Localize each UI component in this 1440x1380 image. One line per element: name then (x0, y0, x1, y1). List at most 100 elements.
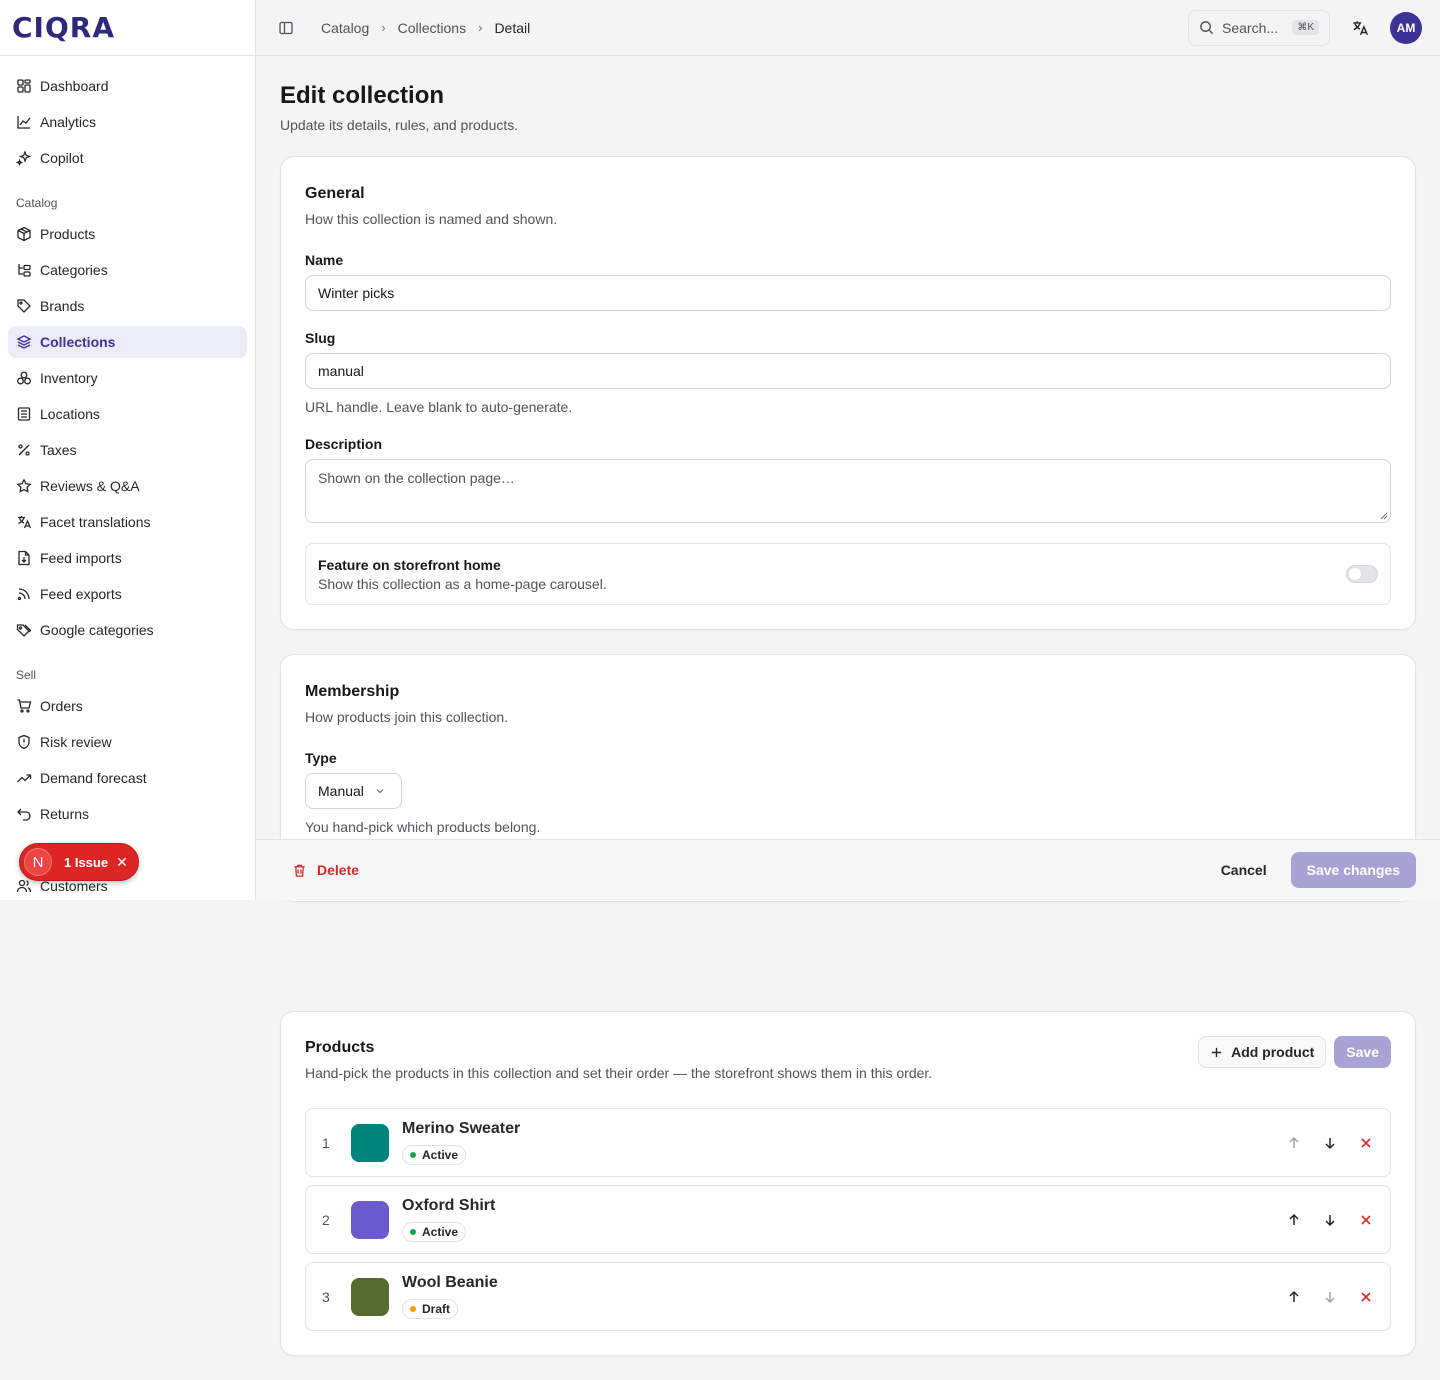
sidebar-item-feed-imports[interactable]: Feed imports (8, 542, 247, 574)
move-down-button[interactable] (1322, 1135, 1338, 1151)
delete-button[interactable]: Delete (292, 862, 359, 878)
row-actions (1286, 1212, 1374, 1228)
cancel-button[interactable]: Cancel (1221, 862, 1267, 878)
slug-value: manual (318, 363, 364, 379)
sidebar-item-label: Google categories (40, 622, 154, 638)
remove-button[interactable] (1358, 1135, 1374, 1151)
move-up-button[interactable] (1286, 1212, 1302, 1228)
add-product-button[interactable]: Add product (1198, 1036, 1327, 1068)
plus-icon (1211, 1047, 1222, 1057)
move-down-button[interactable] (1322, 1289, 1338, 1305)
move-up-button[interactable] (1286, 1135, 1302, 1151)
issue-indicator[interactable]: N 1 Issue ✕ (19, 843, 139, 881)
sidebar-item-orders[interactable]: Orders (8, 690, 247, 722)
move-up-button[interactable] (1286, 1289, 1302, 1305)
sidebar-item-label: Returns (40, 806, 90, 822)
type-label: Type (305, 750, 337, 766)
language-button[interactable] (1344, 12, 1376, 44)
arrow-down-icon (1325, 1291, 1335, 1303)
product-row[interactable]: 1 Merino Sweater Active (305, 1108, 1391, 1177)
arrow-up-icon (1289, 1290, 1299, 1302)
name-input[interactable]: Winter picks (305, 275, 1391, 311)
sidebar-item-collections[interactable]: Collections (8, 326, 247, 358)
products-save-button[interactable]: Save (1334, 1036, 1391, 1068)
sidebar-item-brands[interactable]: Brands (8, 290, 247, 322)
product-info: Merino Sweater Active (402, 1120, 520, 1165)
remove-button[interactable] (1358, 1289, 1374, 1305)
sidebar-item-feed-exports[interactable]: Feed exports (8, 578, 247, 610)
feature-toggle-row: Feature on storefront home Show this col… (305, 543, 1391, 605)
sidebar-item-dashboard[interactable]: Dashboard (8, 70, 247, 102)
sidebar-item-label: Categories (40, 262, 108, 278)
general-description: How this collection is named and shown. (305, 211, 558, 227)
sidebar-toggle-button[interactable] (276, 18, 296, 38)
status-dot (410, 1229, 416, 1235)
sidebar-item-label: Inventory (40, 370, 98, 386)
trend-up-icon (17, 774, 32, 783)
status-dot (410, 1152, 416, 1158)
row-actions (1286, 1289, 1374, 1305)
sidebar: CIQRA Dashboard Analytics Copilot Catalo… (0, 0, 256, 900)
sidebar-item-label: Reviews & Q&A (40, 478, 140, 494)
sidebar-item-inventory[interactable]: Inventory (8, 362, 247, 394)
feature-title: Feature on storefront home (318, 556, 501, 573)
resize-handle-icon[interactable] (1380, 512, 1388, 520)
sidebar-item-label: Feed exports (40, 586, 122, 602)
sidebar-item-reviews[interactable]: Reviews & Q&A (8, 470, 247, 502)
sidebar-item-analytics[interactable]: Analytics (8, 106, 247, 138)
user-avatar[interactable]: AM (1390, 11, 1422, 44)
save-changes-button[interactable]: Save changes (1290, 852, 1416, 888)
sidebar-item-returns[interactable]: Returns (8, 798, 247, 830)
sidebar-item-products[interactable]: Products (8, 218, 247, 250)
slug-input[interactable]: manual (305, 353, 1391, 389)
search-input[interactable]: Search... ⌘K (1188, 9, 1330, 46)
delete-label: Delete (317, 862, 360, 878)
sidebar-item-taxes[interactable]: Taxes (8, 434, 247, 466)
products-actions: Add product Save (1198, 1036, 1391, 1068)
grid-icon (17, 79, 31, 93)
arrow-up-icon (1289, 1136, 1299, 1148)
issue-avatar: N (24, 848, 52, 876)
page-subtitle: Update its details, rules, and products. (280, 117, 519, 133)
breadcrumb-catalog[interactable]: Catalog (321, 20, 369, 36)
nav-section-catalog: Catalog (16, 196, 58, 210)
sidebar-item-demand-forecast[interactable]: Demand forecast (8, 762, 247, 794)
close-icon[interactable]: ✕ (116, 854, 128, 871)
arrow-down-icon (1325, 1214, 1335, 1226)
feature-toggle[interactable] (1346, 565, 1378, 583)
description-textarea[interactable]: Shown on the collection page… (305, 459, 1391, 523)
arrow-up-icon (1289, 1213, 1299, 1225)
product-index: 1 (322, 1134, 330, 1151)
app-logo[interactable]: CIQRA (12, 11, 115, 44)
sidebar-item-risk-review[interactable]: Risk review (8, 726, 247, 758)
product-index: 3 (322, 1288, 330, 1305)
remove-button[interactable] (1358, 1212, 1374, 1228)
close-icon (1361, 1291, 1371, 1302)
sidebar-item-label: Dashboard (40, 78, 109, 94)
general-title: General (305, 185, 365, 202)
breadcrumb-collections[interactable]: Collections (398, 20, 466, 36)
sidebar-item-label: Facet translations (40, 514, 151, 530)
sidebar-item-label: Demand forecast (40, 770, 147, 786)
sidebar-item-categories[interactable]: Categories (8, 254, 247, 286)
product-row[interactable]: 2 Oxford Shirt Active (305, 1185, 1391, 1254)
name-value: Winter picks (318, 285, 395, 301)
sidebar-item-facet-translations[interactable]: Facet translations (8, 506, 247, 538)
arrow-down-icon (1325, 1137, 1335, 1149)
sidebar-item-google-categories[interactable]: Google categories (8, 614, 247, 646)
chevron-right-icon: › (381, 20, 386, 35)
chevron-right-icon: › (478, 20, 483, 35)
nav-section-sell: Sell (16, 668, 37, 682)
product-thumbnail (351, 1123, 389, 1162)
sidebar-item-locations[interactable]: Locations (8, 398, 247, 430)
move-down-button[interactable] (1322, 1212, 1338, 1228)
description-placeholder: Shown on the collection page… (318, 470, 515, 486)
type-select[interactable]: Manual (305, 773, 402, 809)
sidebar-item-copilot[interactable]: Copilot (8, 142, 247, 174)
product-row[interactable]: 3 Wool Beanie Draft (305, 1262, 1391, 1331)
sidebar-item-label: Brands (40, 298, 85, 314)
products-description: Hand-pick the products in this collectio… (305, 1065, 933, 1081)
sidebar-item-label: Analytics (40, 114, 97, 130)
building-icon (17, 407, 31, 421)
trash-icon (294, 864, 305, 877)
